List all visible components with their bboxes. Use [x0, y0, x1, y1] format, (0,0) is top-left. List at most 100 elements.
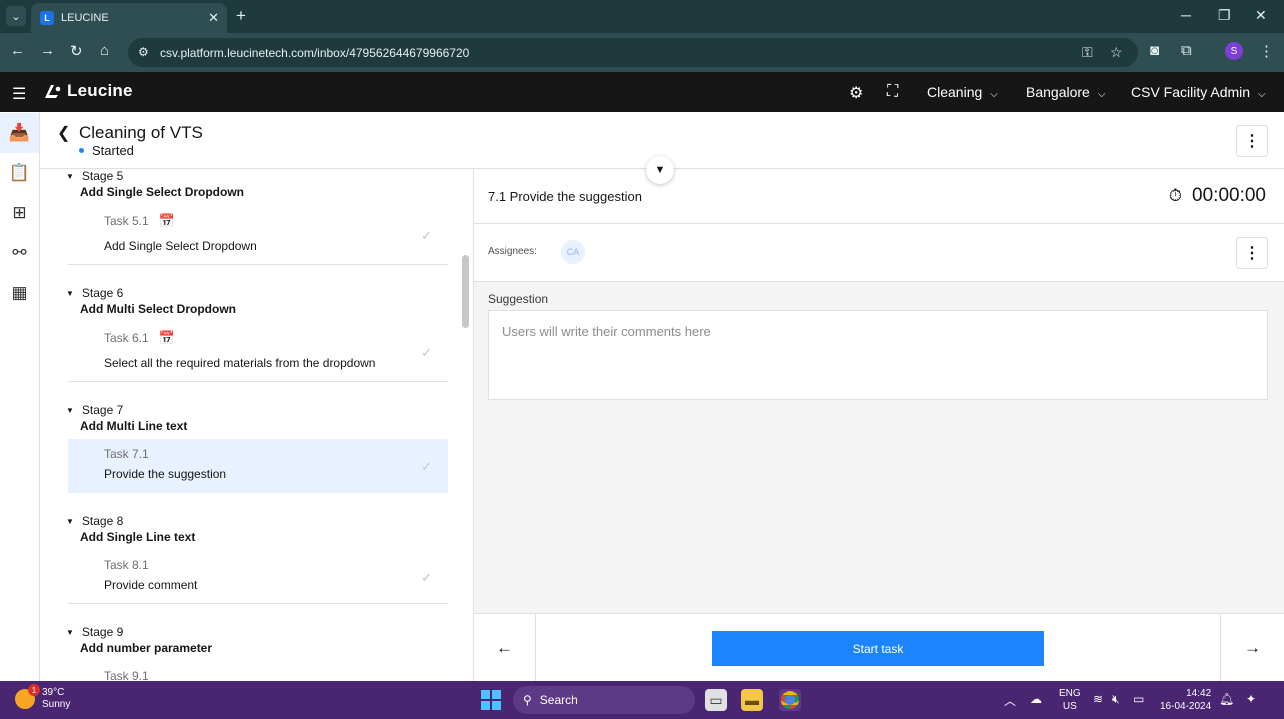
task-name: Select all the required materials from t… [104, 356, 376, 370]
leucine-favicon-icon: L [40, 11, 54, 25]
sunny-weather-icon: 1 [15, 684, 40, 709]
lang-code: ENG [1059, 688, 1081, 699]
new-tab-plus-icon[interactable]: + [236, 6, 246, 26]
facility-selector[interactable]: Bangalore ⌵ [1026, 84, 1105, 100]
back-chevron-icon[interactable]: ❮ [57, 123, 70, 143]
task-item[interactable]: Task 5.1 📅 Add Single Select Dropdown ✓ [68, 199, 448, 265]
next-task-arrow-icon[interactable]: → [1220, 614, 1284, 682]
temperature: 39°C [42, 687, 65, 698]
stage-number: Stage 7 [81, 403, 124, 417]
browser-tab-title: LEUCINE [61, 12, 109, 24]
checkmark-icon: ✓ [421, 228, 432, 243]
stage-header[interactable]: ▼ Stage 7 [66, 403, 123, 417]
user-role-selector[interactable]: CSV Facility Admin ⌵ [1131, 84, 1266, 100]
stopwatch-icon: ⏱ [1168, 186, 1183, 205]
input-language[interactable]: ENG US [1059, 687, 1081, 713]
ontology-icon[interactable]: ⊞ [0, 193, 39, 233]
os-taskbar: 1 39°C Sunny ⚲ Search ▭ ▬ ︿ ☁ ENG US ≋ 🔇… [0, 681, 1284, 719]
windows-start-icon[interactable] [481, 690, 501, 710]
collapse-header-chevron-icon[interactable]: ▼ [646, 156, 674, 184]
stage-header[interactable]: ▼ Stage 9 [66, 625, 123, 639]
job-more-options-icon[interactable]: ⋮ [1236, 125, 1268, 157]
close-tab-icon[interactable]: ✕ [208, 10, 219, 26]
tab-list-chevron-icon[interactable]: ⌄ [6, 6, 26, 26]
taskbar-search[interactable]: ⚲ Search [513, 686, 695, 714]
system-clock[interactable]: 14:42 16-04-2024 [1160, 687, 1211, 713]
use-case-label: Cleaning [927, 84, 983, 100]
minimize-icon[interactable]: ─ [1181, 7, 1191, 23]
navigation-rail: 📥 📋 ⊞ ⚯ ▦ [0, 112, 40, 681]
task-title: 7.1 Provide the suggestion [488, 189, 642, 204]
scan-qr-icon[interactable]: ⛶ [887, 83, 898, 101]
checklist-icon[interactable]: 📋 [0, 153, 39, 193]
task-id: Task 6.1 [104, 331, 149, 345]
use-case-selector[interactable]: Cleaning ⌵ [927, 84, 998, 100]
hierarchy-icon[interactable]: ⚯ [0, 233, 39, 273]
checkmark-icon: ✓ [421, 345, 432, 360]
notification-badge: 1 [28, 684, 40, 696]
task-more-options-icon[interactable]: ⋮ [1236, 237, 1268, 269]
task-id: Task 8.1 [104, 558, 149, 572]
chrome-app-icon[interactable] [779, 689, 801, 711]
caret-down-icon: ▼ [66, 627, 74, 637]
bookmark-star-icon[interactable]: ☆ [1110, 44, 1123, 61]
site-info-icon[interactable]: ⚙ [138, 45, 149, 59]
extensions-puzzle-icon[interactable]: ⧉ [1181, 42, 1192, 59]
forward-arrow-icon[interactable]: → [40, 42, 55, 59]
caret-down-icon: ▼ [66, 516, 74, 526]
wifi-icon[interactable]: ≋ [1093, 692, 1103, 706]
back-arrow-icon[interactable]: ← [10, 42, 25, 59]
task-item[interactable]: Task 8.1 Provide comment ✓ [68, 550, 448, 604]
notification-bell-icon[interactable]: 🔔︎ [1219, 692, 1234, 706]
profile-avatar[interactable]: S [1225, 42, 1243, 60]
speaker-muted-icon[interactable]: 🔇︎ [1112, 692, 1120, 707]
clock-time: 14:42 [1186, 688, 1212, 699]
onedrive-cloud-icon[interactable]: ☁ [1030, 692, 1042, 706]
settings-gear-icon[interactable]: ⚙ [849, 83, 863, 103]
checkmark-icon: ✓ [421, 570, 432, 585]
battery-icon[interactable]: ▭ [1133, 692, 1144, 706]
reports-icon[interactable]: ▦ [0, 273, 39, 313]
file-explorer-icon[interactable]: ▬ [741, 689, 763, 711]
restore-icon[interactable]: ❐ [1218, 7, 1231, 24]
camera-extension-icon[interactable]: ◙ [1150, 42, 1159, 59]
calendar-schedule-icon: 📅 [158, 330, 175, 345]
task-item[interactable]: Task 6.1 📅 Select all the required materi… [68, 316, 448, 382]
copilot-icon[interactable]: ✦ [1246, 692, 1256, 706]
suggestion-textarea[interactable] [488, 310, 1268, 400]
previous-task-arrow-icon[interactable]: ← [474, 614, 536, 682]
password-key-icon[interactable]: ⚿ [1082, 44, 1093, 61]
home-icon[interactable]: ⌂ [100, 42, 109, 59]
browser-menu-icon[interactable]: ⋮ [1259, 42, 1274, 60]
browser-tab[interactable]: L LEUCINE ✕ [31, 3, 227, 33]
inbox-icon[interactable]: 📥 [0, 113, 39, 153]
address-bar[interactable]: ⚙ csv.platform.leucinetech.com/inbox/479… [128, 38, 1138, 67]
task-footer: ← Start task → [474, 613, 1284, 682]
hamburger-menu-icon[interactable]: ☰ [12, 84, 26, 104]
assignee-avatar[interactable]: CA [561, 240, 585, 264]
assignees-label: Assignees: [488, 246, 537, 257]
browser-tab-bar: ⌄ L LEUCINE ✕ + ─ ❐ ✕ [0, 0, 1284, 33]
start-task-button[interactable]: Start task [712, 631, 1044, 666]
task-item[interactable]: Task 9.1 [68, 661, 448, 681]
stage-number: Stage 6 [81, 286, 124, 300]
task-name: Provide comment [104, 578, 198, 592]
task-id: Task 5.1 [104, 214, 149, 228]
task-name: Provide the suggestion [104, 467, 227, 481]
leucine-logo[interactable]: Leucine [42, 81, 133, 101]
stage-header[interactable]: ▼ Stage 5 [66, 169, 123, 183]
caret-down-icon: ▼ [66, 171, 74, 181]
task-item-selected[interactable]: Task 7.1 Provide the suggestion ✓ [68, 439, 448, 493]
window-close-icon[interactable]: ✕ [1255, 7, 1267, 24]
browser-toolbar: ← → ↻ ⌂ ⚙ csv.platform.leucinetech.com/i… [0, 33, 1284, 72]
leucine-logo-icon [45, 85, 61, 98]
weather-widget[interactable]: 1 39°C Sunny [15, 684, 70, 711]
tray-overflow-chevron-icon[interactable]: ︿ [1004, 692, 1016, 709]
chevron-down-icon: ⌵ [1258, 89, 1266, 100]
stage-header[interactable]: ▼ Stage 6 [66, 286, 123, 300]
job-status: Started [79, 143, 134, 158]
stage-header[interactable]: ▼ Stage 8 [66, 514, 123, 528]
stage-list-scrollbar[interactable] [462, 255, 469, 328]
reload-icon[interactable]: ↻ [70, 42, 83, 60]
file-viewer-app-icon[interactable]: ▭ [705, 689, 727, 711]
